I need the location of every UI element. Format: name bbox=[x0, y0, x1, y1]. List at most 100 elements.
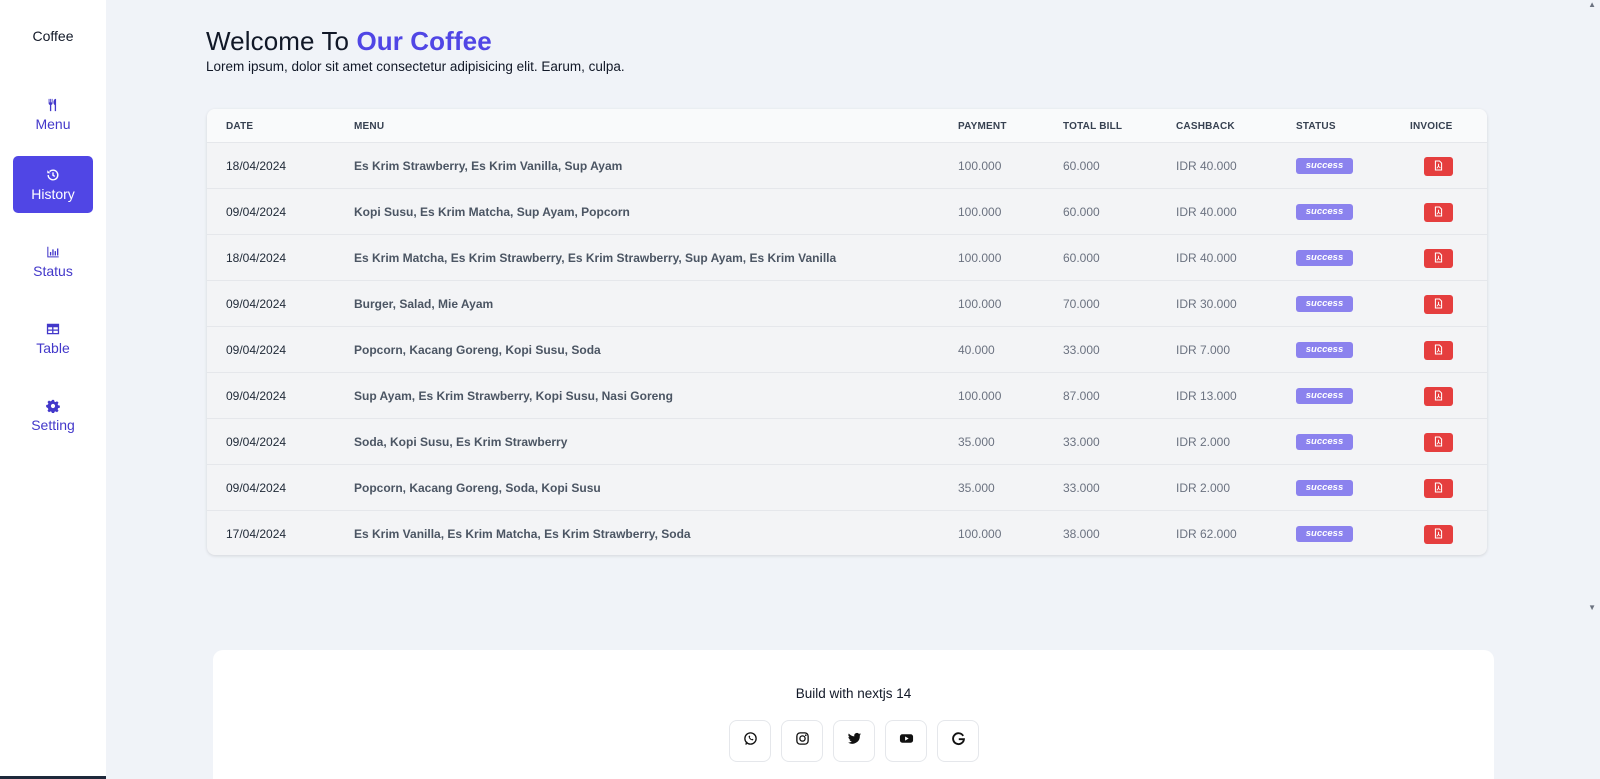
utensils-icon bbox=[46, 98, 60, 112]
cell-menu: Kopi Susu, Es Krim Matcha, Sup Ayam, Pop… bbox=[354, 205, 630, 219]
scroll-down-arrow-icon[interactable]: ▼ bbox=[1588, 603, 1596, 612]
cell-menu: Es Krim Vanilla, Es Krim Matcha, Es Krim… bbox=[354, 527, 691, 541]
status-badge: success bbox=[1296, 204, 1353, 220]
cell-total-bill: 33.000 bbox=[1063, 435, 1100, 449]
bar-chart-icon bbox=[46, 245, 60, 259]
column-header-menu: MENU bbox=[354, 121, 385, 132]
invoice-button[interactable] bbox=[1424, 433, 1453, 452]
google-icon bbox=[951, 731, 966, 751]
whatsapp-icon bbox=[743, 731, 758, 751]
cell-payment: 100.000 bbox=[958, 159, 1002, 173]
table-row: 17/04/2024 Es Krim Vanilla, Es Krim Match… bbox=[207, 510, 1487, 555]
cell-date: 09/04/2024 bbox=[226, 389, 287, 403]
sidebar-item-label: Menu bbox=[35, 115, 71, 132]
invoice-button[interactable] bbox=[1424, 479, 1453, 498]
status-badge: success bbox=[1296, 342, 1353, 358]
cell-total-bill: 33.000 bbox=[1063, 481, 1100, 495]
pdf-icon bbox=[1433, 434, 1444, 452]
status-badge: success bbox=[1296, 388, 1353, 404]
invoice-button[interactable] bbox=[1424, 249, 1453, 268]
cell-total-bill: 33.000 bbox=[1063, 343, 1100, 357]
cell-total-bill: 70.000 bbox=[1063, 297, 1100, 311]
cell-menu: Soda, Kopi Susu, Es Krim Strawberry bbox=[354, 435, 568, 449]
scroll-up-arrow-icon[interactable]: ▲ bbox=[1588, 0, 1596, 9]
youtube-button[interactable] bbox=[885, 720, 927, 762]
footer: Build with nextjs 14 bbox=[213, 650, 1494, 779]
cell-cashback: IDR 40.000 bbox=[1176, 159, 1237, 173]
cell-total-bill: 87.000 bbox=[1063, 389, 1100, 403]
sidebar-item-label: Setting bbox=[31, 416, 75, 433]
pdf-icon bbox=[1433, 342, 1444, 360]
cell-menu: Sup Ayam, Es Krim Strawberry, Kopi Susu,… bbox=[354, 389, 673, 403]
cell-payment: 100.000 bbox=[958, 251, 1002, 265]
instagram-button[interactable] bbox=[781, 720, 823, 762]
column-header-status: STATUS bbox=[1296, 121, 1336, 132]
table-header: DATE MENU PAYMENT TOTAL BILL CASHBACK ST… bbox=[207, 109, 1487, 142]
status-badge: success bbox=[1296, 526, 1353, 542]
status-badge: success bbox=[1296, 480, 1353, 496]
cell-cashback: IDR 62.000 bbox=[1176, 527, 1237, 541]
sidebar-item-status[interactable]: Status bbox=[13, 233, 93, 290]
cell-cashback: IDR 2.000 bbox=[1176, 435, 1231, 449]
sidebar-item-label: Table bbox=[36, 339, 70, 356]
cell-cashback: IDR 7.000 bbox=[1176, 343, 1231, 357]
twitter-button[interactable] bbox=[833, 720, 875, 762]
cell-cashback: IDR 2.000 bbox=[1176, 481, 1231, 495]
cell-date: 18/04/2024 bbox=[226, 159, 287, 173]
invoice-button[interactable] bbox=[1424, 295, 1453, 314]
table-row: 09/04/2024 Sup Ayam, Es Krim Strawberry, … bbox=[207, 372, 1487, 418]
page-title: Welcome To Our Coffee bbox=[206, 26, 492, 57]
table-body: 18/04/2024 Es Krim Strawberry, Es Krim Va… bbox=[207, 142, 1487, 555]
column-header-cashback: CASHBACK bbox=[1176, 121, 1235, 132]
cell-date: 18/04/2024 bbox=[226, 251, 287, 265]
invoice-button[interactable] bbox=[1424, 203, 1453, 222]
sidebar-item-setting[interactable]: Setting bbox=[13, 387, 93, 444]
history-table: DATE MENU PAYMENT TOTAL BILL CASHBACK ST… bbox=[207, 109, 1487, 555]
page-subtitle: Lorem ipsum, dolor sit amet consectetur … bbox=[206, 59, 625, 74]
pdf-icon bbox=[1433, 388, 1444, 406]
cell-menu: Burger, Salad, Mie Ayam bbox=[354, 297, 494, 311]
footer-text: Build with nextjs 14 bbox=[795, 686, 912, 701]
sidebar-item-menu[interactable]: Menu bbox=[13, 86, 93, 143]
cell-total-bill: 60.000 bbox=[1063, 159, 1100, 173]
cell-menu: Popcorn, Kacang Goreng, Kopi Susu, Soda bbox=[354, 343, 601, 357]
invoice-button[interactable] bbox=[1424, 157, 1453, 176]
status-badge: success bbox=[1296, 250, 1353, 266]
pdf-icon bbox=[1433, 480, 1444, 498]
column-header-invoice: INVOICE bbox=[1410, 121, 1453, 132]
cell-date: 09/04/2024 bbox=[226, 205, 287, 219]
google-button[interactable] bbox=[937, 720, 979, 762]
status-badge: success bbox=[1296, 434, 1353, 450]
table-icon bbox=[46, 322, 60, 336]
social-links bbox=[729, 720, 979, 762]
cell-date: 09/04/2024 bbox=[226, 343, 287, 357]
cell-payment: 100.000 bbox=[958, 205, 1002, 219]
pdf-icon bbox=[1433, 526, 1444, 544]
invoice-button[interactable] bbox=[1424, 341, 1453, 360]
invoice-button[interactable] bbox=[1424, 387, 1453, 406]
cell-date: 09/04/2024 bbox=[226, 435, 287, 449]
sidebar-item-label: History bbox=[31, 185, 75, 202]
whatsapp-button[interactable] bbox=[729, 720, 771, 762]
table-row: 09/04/2024 Soda, Kopi Susu, Es Krim Straw… bbox=[207, 418, 1487, 464]
cell-payment: 100.000 bbox=[958, 389, 1002, 403]
brand-name: Coffee bbox=[32, 28, 74, 44]
status-badge: success bbox=[1296, 296, 1353, 312]
cell-cashback: IDR 30.000 bbox=[1176, 297, 1237, 311]
cell-menu: Popcorn, Kacang Goreng, Soda, Kopi Susu bbox=[354, 481, 601, 495]
title-accent: Our Coffee bbox=[356, 26, 492, 56]
cell-date: 17/04/2024 bbox=[226, 527, 287, 541]
cell-payment: 100.000 bbox=[958, 297, 1002, 311]
cell-date: 09/04/2024 bbox=[226, 297, 287, 311]
pdf-icon bbox=[1433, 250, 1444, 268]
cell-total-bill: 60.000 bbox=[1063, 205, 1100, 219]
cell-payment: 35.000 bbox=[958, 435, 995, 449]
cell-payment: 100.000 bbox=[958, 527, 1002, 541]
sidebar-item-table[interactable]: Table bbox=[13, 310, 93, 367]
cell-date: 09/04/2024 bbox=[226, 481, 287, 495]
sidebar-item-history[interactable]: History bbox=[13, 156, 93, 213]
invoice-button[interactable] bbox=[1424, 525, 1453, 544]
cell-payment: 40.000 bbox=[958, 343, 995, 357]
column-header-payment: PAYMENT bbox=[958, 121, 1007, 132]
cell-payment: 35.000 bbox=[958, 481, 995, 495]
